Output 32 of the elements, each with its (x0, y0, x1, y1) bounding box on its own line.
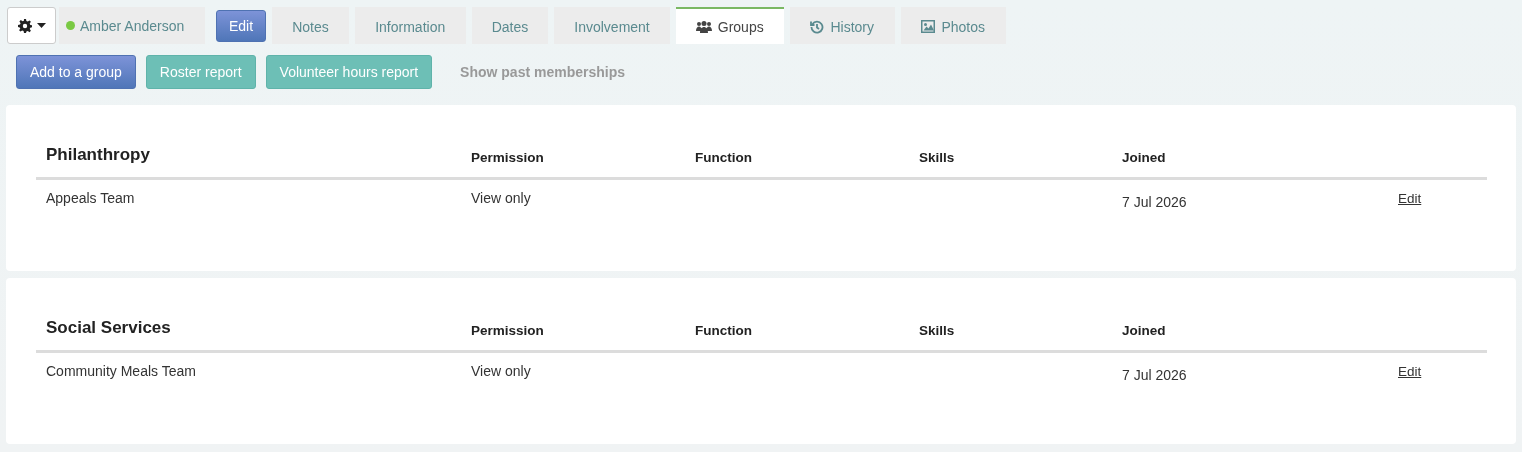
tab[interactable]: Information (354, 7, 466, 44)
column-header: Joined (1122, 323, 1167, 338)
action-button[interactable]: Add to a group (16, 55, 136, 89)
action-button[interactable]: Volunteer hours report (265, 55, 433, 89)
permission-cell-text: View only (471, 190, 532, 208)
show-past-link[interactable]: Show past memberships (442, 55, 644, 89)
column-header: Function (695, 323, 753, 338)
column-header: Permission (471, 323, 545, 338)
edit-link[interactable]: Edit (1398, 191, 1422, 206)
tab[interactable]: Notes (272, 7, 349, 44)
tab[interactable]: Photos (900, 7, 1006, 44)
tab[interactable]: History (789, 7, 895, 44)
edit-link[interactable]: Edit (1398, 364, 1422, 379)
person-name: Amber Anderson (80, 17, 185, 34)
joined-cell-text: 7 Jul 2026 (1122, 367, 1188, 383)
group-name-cell-text: Community Meals Team (45, 363, 197, 381)
action-button[interactable]: Roster report (145, 55, 256, 89)
permission-cell-text: View only (471, 363, 532, 381)
column-header: Permission (471, 150, 545, 165)
group-name-cell-text: Appeals Team (45, 190, 136, 208)
group-title: Philanthropy (45, 145, 151, 165)
person-tab[interactable]: Amber Anderson (59, 7, 205, 44)
edit-button[interactable]: Edit (216, 9, 267, 42)
tab[interactable]: Dates (471, 7, 549, 44)
tab[interactable]: Groups (675, 7, 784, 44)
column-header: Skills (919, 150, 956, 165)
tab[interactable]: Involvement (554, 7, 670, 44)
column-header: Joined (1122, 150, 1167, 165)
group-title: Social Services (45, 318, 172, 338)
column-header: Function (695, 150, 753, 165)
column-header: Skills (919, 323, 956, 338)
joined-cell-text: 7 Jul 2026 (1122, 194, 1188, 210)
